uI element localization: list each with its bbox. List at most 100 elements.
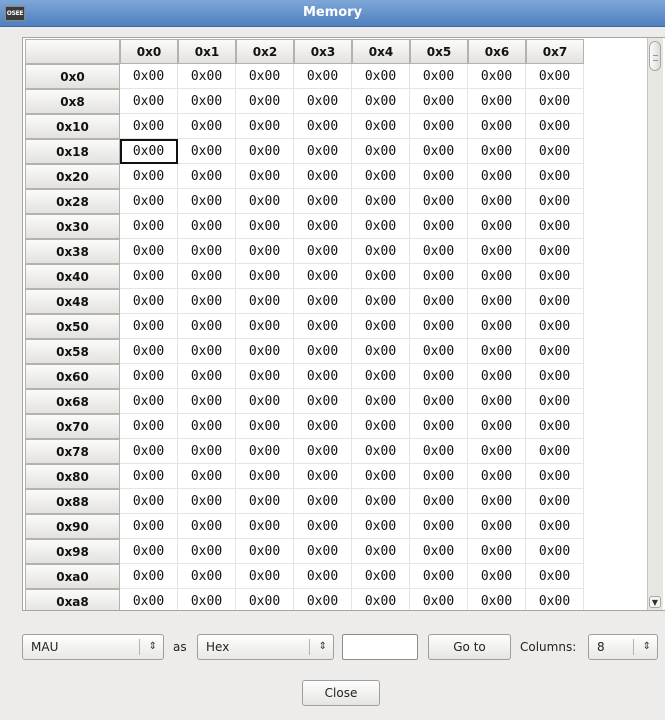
memory-cell[interactable]: 0x00 [352,214,410,239]
memory-cell[interactable]: 0x00 [468,589,526,610]
memory-cell[interactable]: 0x00 [236,439,294,464]
memory-cell[interactable]: 0x00 [468,464,526,489]
memory-cell[interactable]: 0x00 [352,314,410,339]
memory-cell[interactable]: 0x00 [236,89,294,114]
memory-cell[interactable]: 0x00 [410,364,468,389]
memory-cell[interactable]: 0x00 [236,264,294,289]
memory-cell[interactable]: 0x00 [526,564,584,589]
memory-cell[interactable]: 0x00 [120,189,178,214]
memory-cell[interactable]: 0x00 [294,239,352,264]
memory-cell[interactable]: 0x00 [178,539,236,564]
memory-cell[interactable]: 0x00 [294,264,352,289]
memory-cell[interactable]: 0x00 [120,364,178,389]
memory-cell[interactable]: 0x00 [526,389,584,414]
memory-cell[interactable]: 0x00 [178,564,236,589]
row-header-0x48[interactable]: 0x48 [25,289,120,314]
memory-cell[interactable]: 0x00 [236,539,294,564]
memory-cell[interactable]: 0x00 [352,339,410,364]
memory-cell[interactable]: 0x00 [120,139,178,164]
memory-cell[interactable]: 0x00 [526,414,584,439]
memory-cell[interactable]: 0x00 [120,539,178,564]
memory-cell[interactable]: 0x00 [120,239,178,264]
memory-cell[interactable]: 0x00 [410,89,468,114]
memory-cell[interactable]: 0x00 [294,389,352,414]
memory-cell[interactable]: 0x00 [236,214,294,239]
format-select[interactable]: Hex ⇕ [197,634,334,660]
memory-cell[interactable]: 0x00 [468,339,526,364]
memory-cell[interactable]: 0x00 [120,164,178,189]
memory-cell[interactable]: 0x00 [120,339,178,364]
memory-cell[interactable]: 0x00 [468,514,526,539]
memory-cell[interactable]: 0x00 [294,189,352,214]
row-header-0x58[interactable]: 0x58 [25,339,120,364]
memory-cell[interactable]: 0x00 [294,564,352,589]
memory-cell[interactable]: 0x00 [352,414,410,439]
memory-cell[interactable]: 0x00 [236,289,294,314]
memory-cell[interactable]: 0x00 [120,314,178,339]
memory-cell[interactable]: 0x00 [526,589,584,610]
memory-cell[interactable]: 0x00 [120,89,178,114]
memory-cell[interactable]: 0x00 [236,239,294,264]
memory-cell[interactable]: 0x00 [410,389,468,414]
memory-cell[interactable]: 0x00 [352,514,410,539]
memory-cell[interactable]: 0x00 [352,539,410,564]
row-header-0x60[interactable]: 0x60 [25,364,120,389]
memory-cell[interactable]: 0x00 [468,264,526,289]
memory-cell[interactable]: 0x00 [410,314,468,339]
memory-cell[interactable]: 0x00 [526,264,584,289]
memory-cell[interactable]: 0x00 [294,89,352,114]
memory-cell[interactable]: 0x00 [410,289,468,314]
memory-cell[interactable]: 0x00 [468,414,526,439]
memory-cell[interactable]: 0x00 [294,439,352,464]
column-header-0x7[interactable]: 0x7 [526,39,584,64]
memory-cell[interactable]: 0x00 [526,439,584,464]
memory-cell[interactable]: 0x00 [178,339,236,364]
memory-cell[interactable]: 0x00 [178,414,236,439]
row-header-0x98[interactable]: 0x98 [25,539,120,564]
memory-cell[interactable]: 0x00 [352,164,410,189]
memory-cell[interactable]: 0x00 [410,64,468,89]
memory-cell[interactable]: 0x00 [526,314,584,339]
column-header-0x5[interactable]: 0x5 [410,39,468,64]
memory-cell[interactable]: 0x00 [468,389,526,414]
memory-cell[interactable]: 0x00 [236,564,294,589]
memory-cell[interactable]: 0x00 [468,114,526,139]
memory-cell[interactable]: 0x00 [526,64,584,89]
row-header-0x28[interactable]: 0x28 [25,189,120,214]
memory-cell[interactable]: 0x00 [352,264,410,289]
memory-cell[interactable]: 0x00 [526,489,584,514]
row-header-0x18[interactable]: 0x18 [25,139,120,164]
memory-cell[interactable]: 0x00 [410,214,468,239]
vertical-scrollbar[interactable]: ▼ [647,38,663,610]
memory-cell[interactable]: 0x00 [120,214,178,239]
memory-cell[interactable]: 0x00 [120,289,178,314]
memory-cell[interactable]: 0x00 [468,564,526,589]
memory-cell[interactable]: 0x00 [468,164,526,189]
memory-cell[interactable]: 0x00 [294,589,352,610]
scrollbar-thumb[interactable] [649,41,661,71]
memory-cell[interactable]: 0x00 [294,64,352,89]
column-header-0x6[interactable]: 0x6 [468,39,526,64]
memory-cell[interactable]: 0x00 [468,314,526,339]
memory-cell[interactable]: 0x00 [352,364,410,389]
memory-cell[interactable]: 0x00 [120,414,178,439]
memory-cell[interactable]: 0x00 [294,489,352,514]
memory-cell[interactable]: 0x00 [236,589,294,610]
scroll-down-icon[interactable]: ▼ [649,596,661,608]
memory-cell[interactable]: 0x00 [236,339,294,364]
memory-cell[interactable]: 0x00 [352,189,410,214]
column-header-0x3[interactable]: 0x3 [294,39,352,64]
memory-cell[interactable]: 0x00 [120,489,178,514]
memory-cell[interactable]: 0x00 [294,514,352,539]
memory-cell[interactable]: 0x00 [468,89,526,114]
memory-cell[interactable]: 0x00 [120,564,178,589]
memory-cell[interactable]: 0x00 [352,589,410,610]
memory-cell[interactable]: 0x00 [468,539,526,564]
memory-cell[interactable]: 0x00 [526,239,584,264]
memory-cell[interactable]: 0x00 [236,414,294,439]
row-header-0x38[interactable]: 0x38 [25,239,120,264]
memory-cell[interactable]: 0x00 [120,389,178,414]
memory-cell[interactable]: 0x00 [120,464,178,489]
memory-cell[interactable]: 0x00 [178,239,236,264]
memory-cell[interactable]: 0x00 [178,364,236,389]
